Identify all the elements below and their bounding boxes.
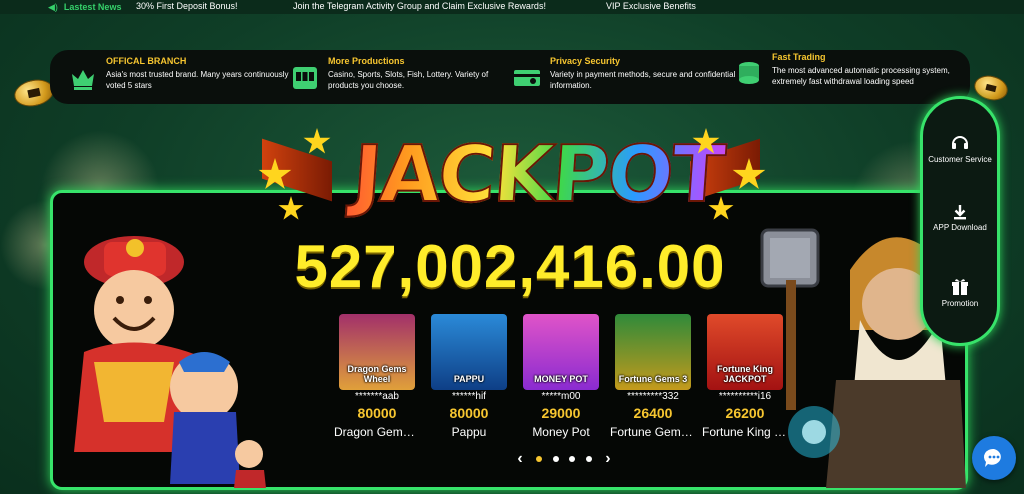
game-name[interactable]: Money Pot (518, 425, 604, 439)
chat-bubble-icon (983, 448, 1001, 467)
crown-icon (68, 62, 98, 92)
game-name[interactable]: Pappu (426, 425, 512, 439)
winner-username: *****m00 (541, 391, 581, 402)
pager-dot[interactable] (585, 456, 592, 462)
game-thumbnail[interactable]: Dragon Gems Wheel (339, 314, 415, 390)
game-card[interactable]: PAPPU ******hif 80000 Pappu (426, 314, 512, 439)
download-icon (954, 205, 966, 220)
win-amount: 80000 (357, 405, 397, 421)
win-amount: 26400 (633, 405, 673, 421)
feature-title: Privacy Security (550, 56, 621, 66)
game-name[interactable]: Fortune King Jackpot (702, 425, 788, 439)
chevron-right-icon[interactable]: › (602, 450, 614, 468)
game-thumbnail-text: Dragon Gems Wheel (347, 364, 407, 384)
game-thumbnail[interactable]: PAPPU (431, 314, 507, 390)
side-item-app-download[interactable]: APP Download (923, 203, 997, 233)
feature-title: OFFICAL BRANCH (106, 56, 187, 66)
winner-username: *********332 (627, 391, 679, 402)
side-item-customer-service[interactable]: Customer Service (923, 133, 997, 165)
side-item-label: APP Download (933, 223, 987, 232)
carousel-pager: ‹ › (514, 449, 614, 469)
feature-description: Casino, Sports, Slots, Fish, Lottery. Va… (328, 70, 489, 90)
live-chat-button[interactable] (972, 436, 1016, 480)
feature-privacy-security: Privacy Security Variety in payment meth… (512, 56, 742, 92)
speaker-icon: ◀) (48, 1, 58, 12)
god-of-wealth-illustration (74, 236, 266, 488)
news-message[interactable]: Join the Telegram Activity Group and Cla… (293, 1, 546, 11)
game-thumbnail-text: Fortune King JACKPOT (717, 364, 773, 384)
feature-description: The most advanced automatic processing s… (772, 66, 950, 86)
game-card[interactable]: MONEY POT *****m00 29000 Money Pot (518, 314, 604, 439)
features-bar: OFFICAL BRANCH Asia's most trusted brand… (50, 50, 970, 104)
side-item-label: Customer Service (928, 155, 992, 164)
chevron-left-icon[interactable]: ‹ (514, 450, 526, 468)
game-thumbnail[interactable]: Fortune Gems 3 (615, 314, 691, 390)
side-item-label: Promotion (941, 299, 979, 308)
game-thumbnail-text: Fortune Gems 3 (618, 374, 688, 384)
news-label: Lastest News (63, 2, 122, 12)
gift-icon (952, 279, 968, 295)
news-message[interactable]: VIP Exclusive Benefits (606, 1, 696, 11)
game-thumbnail-text: MONEY POT (534, 374, 588, 384)
slot-machine-icon (290, 62, 320, 92)
jackpot-amount: 527,002,416.00 (294, 233, 726, 300)
feature-title: Fast Trading (772, 52, 826, 62)
jackpot-title: JACKPOT (314, 120, 762, 230)
news-ticker: ◀) Lastest News 30% First Deposit Bonus!… (0, 0, 1024, 14)
game-thumbnail-text: PAPPU (453, 374, 485, 384)
feature-description: Variety in payment methods, secure and c… (550, 70, 736, 90)
game-name[interactable]: Dragon Gems Wheel (334, 425, 420, 439)
side-item-promotion[interactable]: Promotion (923, 277, 997, 309)
game-card[interactable]: Dragon Gems Wheel *******aab 80000 Drago… (334, 314, 420, 439)
game-name[interactable]: Fortune Gems 3 (610, 425, 696, 439)
winner-username: *******aab (355, 391, 399, 402)
game-card[interactable]: Fortune King JACKPOT **********i16 26200… (702, 314, 788, 439)
feature-title: More Productions (328, 56, 405, 66)
feature-official-branch: OFFICAL BRANCH Asia's most trusted brand… (68, 56, 298, 92)
feature-fast-trading: Fast Trading The most advanced automatic… (734, 52, 964, 88)
win-amount: 26200 (725, 405, 765, 421)
game-card[interactable]: Fortune Gems 3 *********332 26400 Fortun… (610, 314, 696, 439)
coin-stack-icon (734, 58, 764, 88)
headset-icon (952, 136, 968, 149)
pager-dot[interactable] (536, 456, 543, 462)
security-card-icon (512, 62, 542, 92)
winner-username: ******hif (452, 391, 486, 402)
pager-dot[interactable] (569, 456, 576, 462)
game-thumbnail[interactable]: MONEY POT (523, 314, 599, 390)
feature-more-productions: More Productions Casino, Sports, Slots, … (290, 56, 520, 92)
win-amount: 29000 (541, 405, 581, 421)
win-amount: 80000 (449, 405, 489, 421)
pager-dot[interactable] (552, 456, 559, 462)
side-menu: Customer Service APP Download Promotion (920, 96, 1000, 346)
winner-username: **********i16 (718, 391, 772, 402)
winner-list: Dragon Gems Wheel *******aab 80000 Drago… (334, 314, 794, 444)
news-message[interactable]: 30% First Deposit Bonus! (136, 1, 238, 11)
game-thumbnail[interactable]: Fortune King JACKPOT (707, 314, 783, 390)
feature-description: Asia's most trusted brand. Many years co… (106, 70, 289, 90)
